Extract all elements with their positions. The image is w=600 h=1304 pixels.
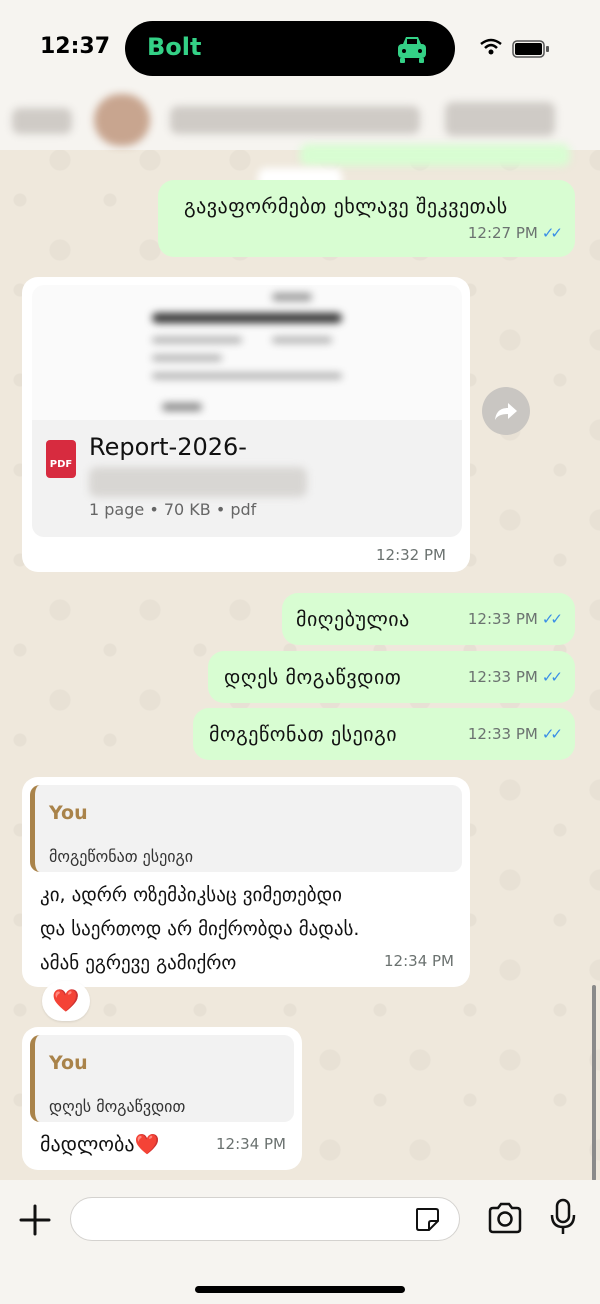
pdf-file-name-blurred	[89, 467, 307, 497]
quote-text: მოგეწონათ ესეიგი	[49, 847, 194, 866]
message-meta: 12:33 PM ✓✓	[467, 718, 563, 750]
home-indicator[interactable]	[195, 1286, 405, 1293]
message-time: 12:34 PM	[216, 1135, 286, 1153]
heart-reaction-icon[interactable]: ❤️	[42, 981, 90, 1021]
sticker-icon[interactable]	[414, 1206, 440, 1232]
quote-author: You	[49, 802, 88, 824]
back-button-blurred[interactable]	[12, 108, 72, 134]
pdf-preview[interactable]	[32, 285, 462, 420]
camera-icon[interactable]	[487, 1202, 523, 1234]
chat-header	[0, 88, 600, 150]
pdf-info[interactable]: PDF Report-2026- 1 page • 70 KB • pdf	[32, 420, 462, 537]
message-time-text: 12:32 PM	[376, 546, 446, 564]
clock: 12:37	[40, 34, 111, 59]
battery-icon	[512, 40, 549, 58]
contact-name-blurred[interactable]	[170, 106, 420, 134]
pdf-file-details: 1 page • 70 KB • pdf	[89, 500, 257, 519]
message-time: 12:32 PM	[376, 546, 446, 564]
mic-icon[interactable]	[550, 1198, 576, 1236]
message-bubble-outgoing[interactable]: გავაფორმებთ ეხლავე შეკვეთას 12:27 PM ✓✓	[158, 180, 575, 257]
status-bar: 12:37 Bolt	[0, 0, 600, 96]
message-bubble-incoming-reply[interactable]: You მოგეწონათ ესეიგი კი, ადრრ ოზემპიკსაც…	[22, 777, 470, 987]
message-time: 12:33 PM	[467, 725, 538, 743]
car-icon	[398, 37, 426, 63]
wifi-icon	[480, 38, 502, 55]
call-icons-blurred[interactable]	[445, 102, 555, 136]
pdf-preview-line	[272, 337, 332, 343]
message-time: 12:27 PM	[467, 224, 538, 242]
message-meta: 12:33 PM ✓✓	[467, 603, 563, 635]
forward-icon	[495, 403, 517, 420]
read-ticks-icon: ✓✓	[541, 725, 563, 743]
bolt-logo: Bolt	[147, 33, 202, 61]
message-text-line: და საერთოდ არ მიქრობდა მადას.	[40, 918, 360, 940]
pdf-preview-line	[152, 337, 242, 343]
forward-button[interactable]	[482, 387, 530, 435]
message-meta: 12:34 PM	[216, 1128, 286, 1160]
dynamic-island[interactable]: Bolt	[125, 21, 455, 76]
pdf-preview-line	[152, 355, 222, 361]
message-bubble-outgoing[interactable]: დღეს მოგაწვდით 12:33 PM ✓✓	[208, 651, 575, 703]
pdf-preview-line	[162, 403, 202, 411]
message-bubble-incoming-reply[interactable]: You დღეს მოგაწვდით მადლობა❤️ 12:34 PM	[22, 1027, 302, 1170]
message-input[interactable]	[70, 1197, 460, 1241]
scrollbar[interactable]	[592, 985, 596, 1181]
pdf-icon: PDF	[46, 440, 76, 478]
quote-text: დღეს მოგაწვდით	[49, 1097, 186, 1116]
message-bubble-outgoing[interactable]: მიღებულია 12:33 PM ✓✓	[282, 593, 575, 645]
quoted-message[interactable]: You მოგეწონათ ესეიგი	[30, 785, 462, 872]
message-meta: 12:34 PM	[384, 945, 454, 977]
message-bubble-outgoing[interactable]: მოგეწონათ ესეიგი 12:33 PM ✓✓	[193, 708, 575, 760]
message-time: 12:33 PM	[467, 668, 538, 686]
message-time: 12:33 PM	[467, 610, 538, 628]
read-ticks-icon: ✓✓	[541, 224, 563, 242]
quoted-message[interactable]: You დღეს მოგაწვდით	[30, 1035, 294, 1122]
pdf-file-name: Report-2026-	[89, 433, 247, 461]
read-ticks-icon: ✓✓	[541, 610, 563, 628]
pdf-preview-line	[152, 373, 342, 379]
quote-author: You	[49, 1052, 88, 1074]
avatar[interactable]	[94, 94, 150, 146]
read-ticks-icon: ✓✓	[541, 668, 563, 686]
message-meta: 12:27 PM ✓✓	[467, 217, 563, 249]
message-meta: 12:33 PM ✓✓	[467, 661, 563, 693]
message-text-line: კი, ადრრ ოზემპიკსაც ვიმეთებდი	[40, 884, 342, 906]
pdf-preview-line	[272, 293, 312, 301]
pdf-preview-line	[152, 313, 342, 323]
message-time: 12:34 PM	[384, 952, 454, 970]
plus-icon[interactable]	[18, 1203, 52, 1237]
previous-message-blurred	[300, 144, 570, 166]
